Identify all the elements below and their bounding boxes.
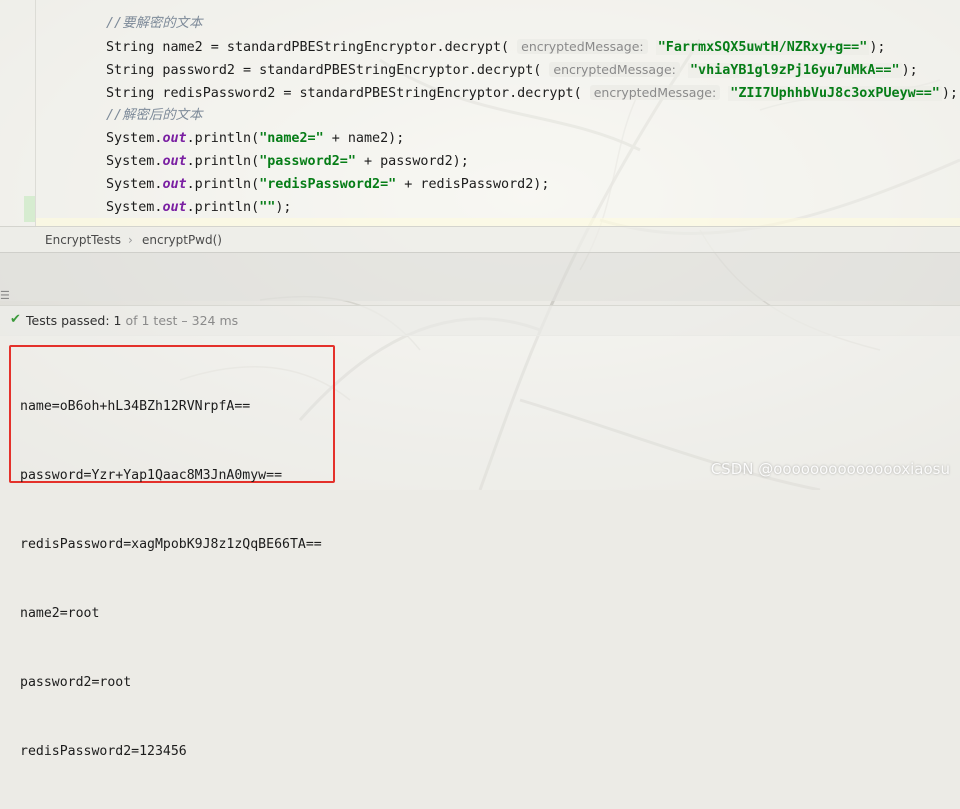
code-token: String redisPassword2 = standardPBEStrin… bbox=[106, 86, 590, 101]
code-token: String password2 = standardPBEStringEncr… bbox=[106, 63, 550, 78]
code-token: + password2); bbox=[355, 154, 469, 169]
menu-icon[interactable]: ☰ bbox=[0, 289, 10, 302]
code-line[interactable]: String name2 = standardPBEStringEncrypto… bbox=[106, 35, 958, 58]
code-token: out bbox=[162, 200, 187, 215]
code-token: "FarrmxSQX5uwtH/NZRxy+g==" bbox=[655, 40, 870, 55]
tool-window-header: ☰ bbox=[0, 252, 960, 302]
code-token: System. bbox=[106, 131, 163, 146]
code-token: "ZII7UphhbVuJ8c3oxPUeyw==" bbox=[728, 86, 942, 101]
code-token: "password2=" bbox=[259, 154, 356, 169]
parameter-hint: encryptedMessage: bbox=[549, 62, 680, 77]
code-token: .println( bbox=[186, 177, 260, 192]
code-token: .println( bbox=[186, 154, 260, 169]
code-token: + redisPassword2); bbox=[396, 177, 550, 192]
tests-passed-label: Tests passed: bbox=[26, 313, 110, 328]
code-line[interactable]: String password2 = standardPBEStringEncr… bbox=[106, 58, 958, 81]
tests-passed-count: 1 bbox=[113, 313, 122, 328]
code-line[interactable]: System.out.println("name2=" + name2); bbox=[106, 127, 958, 150]
tests-total: of 1 test bbox=[125, 313, 178, 328]
code-token: //要解密的文本 bbox=[106, 16, 203, 31]
code-token: ); bbox=[869, 40, 886, 55]
console-line: name2=root bbox=[20, 606, 100, 621]
breadcrumb-method[interactable]: encryptPwd() bbox=[142, 233, 222, 247]
test-status-bar: ✔ Tests passed: 1 of 1 test – 324 ms bbox=[0, 305, 960, 336]
code-token: String name2 = standardPBEStringEncrypto… bbox=[106, 40, 518, 55]
console-line: password=Yzr+Yap1Qaac8M3JnA0myw== bbox=[20, 468, 283, 483]
parameter-hint: encryptedMessage: bbox=[517, 39, 648, 54]
code-token: System. bbox=[106, 177, 163, 192]
code-token: out bbox=[162, 131, 187, 146]
editor-gutter-divider bbox=[35, 0, 36, 226]
code-token: ); bbox=[275, 200, 292, 215]
breadcrumb-separator: › bbox=[128, 233, 133, 247]
breadcrumb: EncryptTests › encryptPwd() bbox=[0, 226, 960, 253]
code-lines[interactable]: //要解密的文本 String name2 = standardPBEString… bbox=[106, 12, 958, 219]
tests-duration: – 324 ms bbox=[181, 313, 239, 328]
code-token: "name2=" bbox=[259, 131, 324, 146]
code-token: "redisPassword2=" bbox=[259, 177, 397, 192]
console-line: password2=root bbox=[20, 675, 132, 690]
code-token: .println( bbox=[186, 131, 260, 146]
code-line[interactable]: //解密后的文本 bbox=[106, 104, 958, 127]
code-token: out bbox=[162, 177, 187, 192]
code-token: out bbox=[162, 154, 187, 169]
code-line[interactable]: String redisPassword2 = standardPBEStrin… bbox=[106, 81, 958, 104]
parameter-hint: encryptedMessage: bbox=[589, 85, 721, 100]
code-token: System. bbox=[106, 154, 163, 169]
change-marker bbox=[24, 196, 35, 222]
console-line: name=oB6oh+hL34BZh12RVNrpfA== bbox=[20, 399, 251, 414]
code-token: System. bbox=[106, 200, 163, 215]
code-editor[interactable]: //要解密的文本 String name2 = standardPBEString… bbox=[0, 0, 960, 228]
code-line[interactable]: //要解密的文本 bbox=[106, 12, 958, 35]
code-token: //解密后的文本 bbox=[106, 108, 203, 123]
code-token: "vhiaYB1gl9zPj16yu7uMkA==" bbox=[687, 63, 902, 78]
code-token: ); bbox=[941, 86, 958, 101]
watermark: CSDN @ooooooooooooooxiaosu bbox=[710, 460, 950, 478]
check-icon: ✔ bbox=[10, 312, 21, 327]
console-line: redisPassword=xagMpobK9J8z1zQqBE66TA== bbox=[20, 537, 322, 552]
code-token: ); bbox=[901, 63, 918, 78]
code-token: .println( bbox=[186, 200, 260, 215]
code-line[interactable]: System.out.println("password2=" + passwo… bbox=[106, 150, 958, 173]
code-token: "" bbox=[259, 200, 276, 215]
console-lines: name=oB6oh+hL34BZh12RVNrpfA== password=Y… bbox=[20, 349, 322, 809]
test-status-text: Tests passed: 1 of 1 test – 324 ms bbox=[26, 313, 238, 328]
code-line[interactable]: System.out.println(""); bbox=[106, 196, 958, 219]
breadcrumb-class[interactable]: EncryptTests bbox=[45, 233, 121, 247]
console-line: redisPassword2=123456 bbox=[20, 744, 187, 759]
code-line[interactable]: System.out.println("redisPassword2=" + r… bbox=[106, 173, 958, 196]
code-token: + name2); bbox=[323, 131, 405, 146]
